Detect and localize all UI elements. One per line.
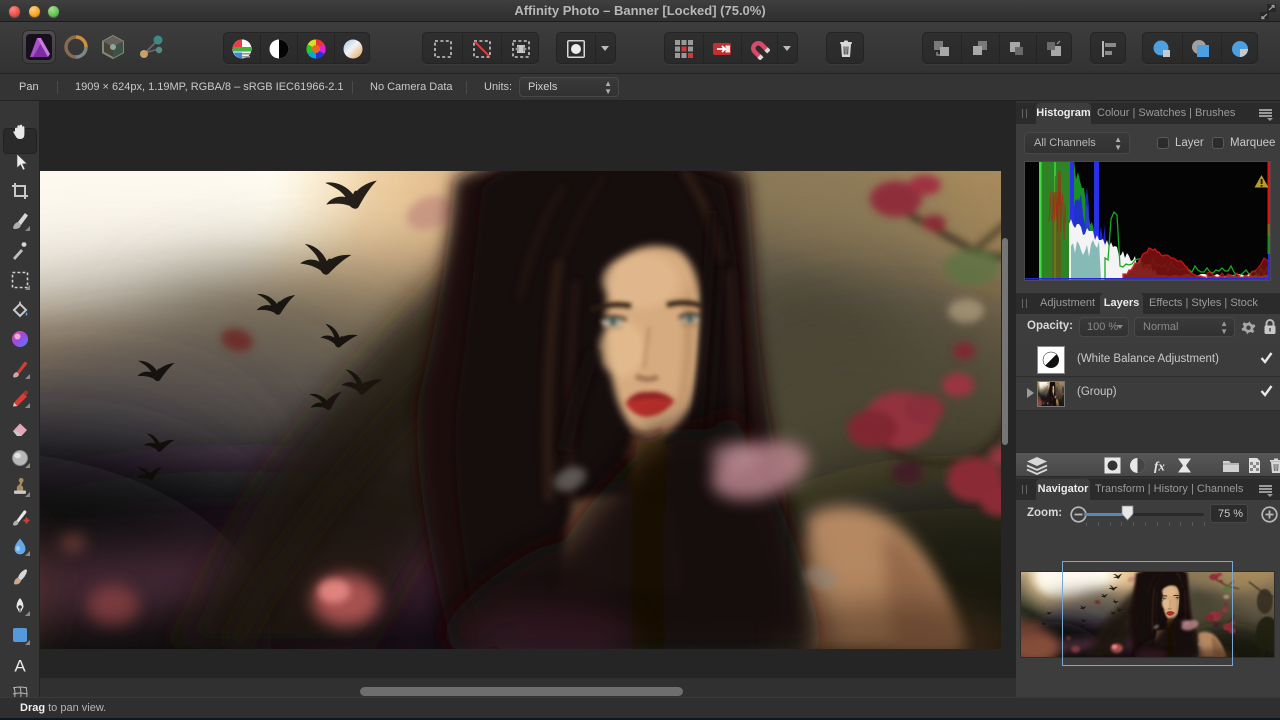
- svg-text:fx: fx: [1154, 459, 1165, 474]
- svg-text:A: A: [14, 657, 26, 676]
